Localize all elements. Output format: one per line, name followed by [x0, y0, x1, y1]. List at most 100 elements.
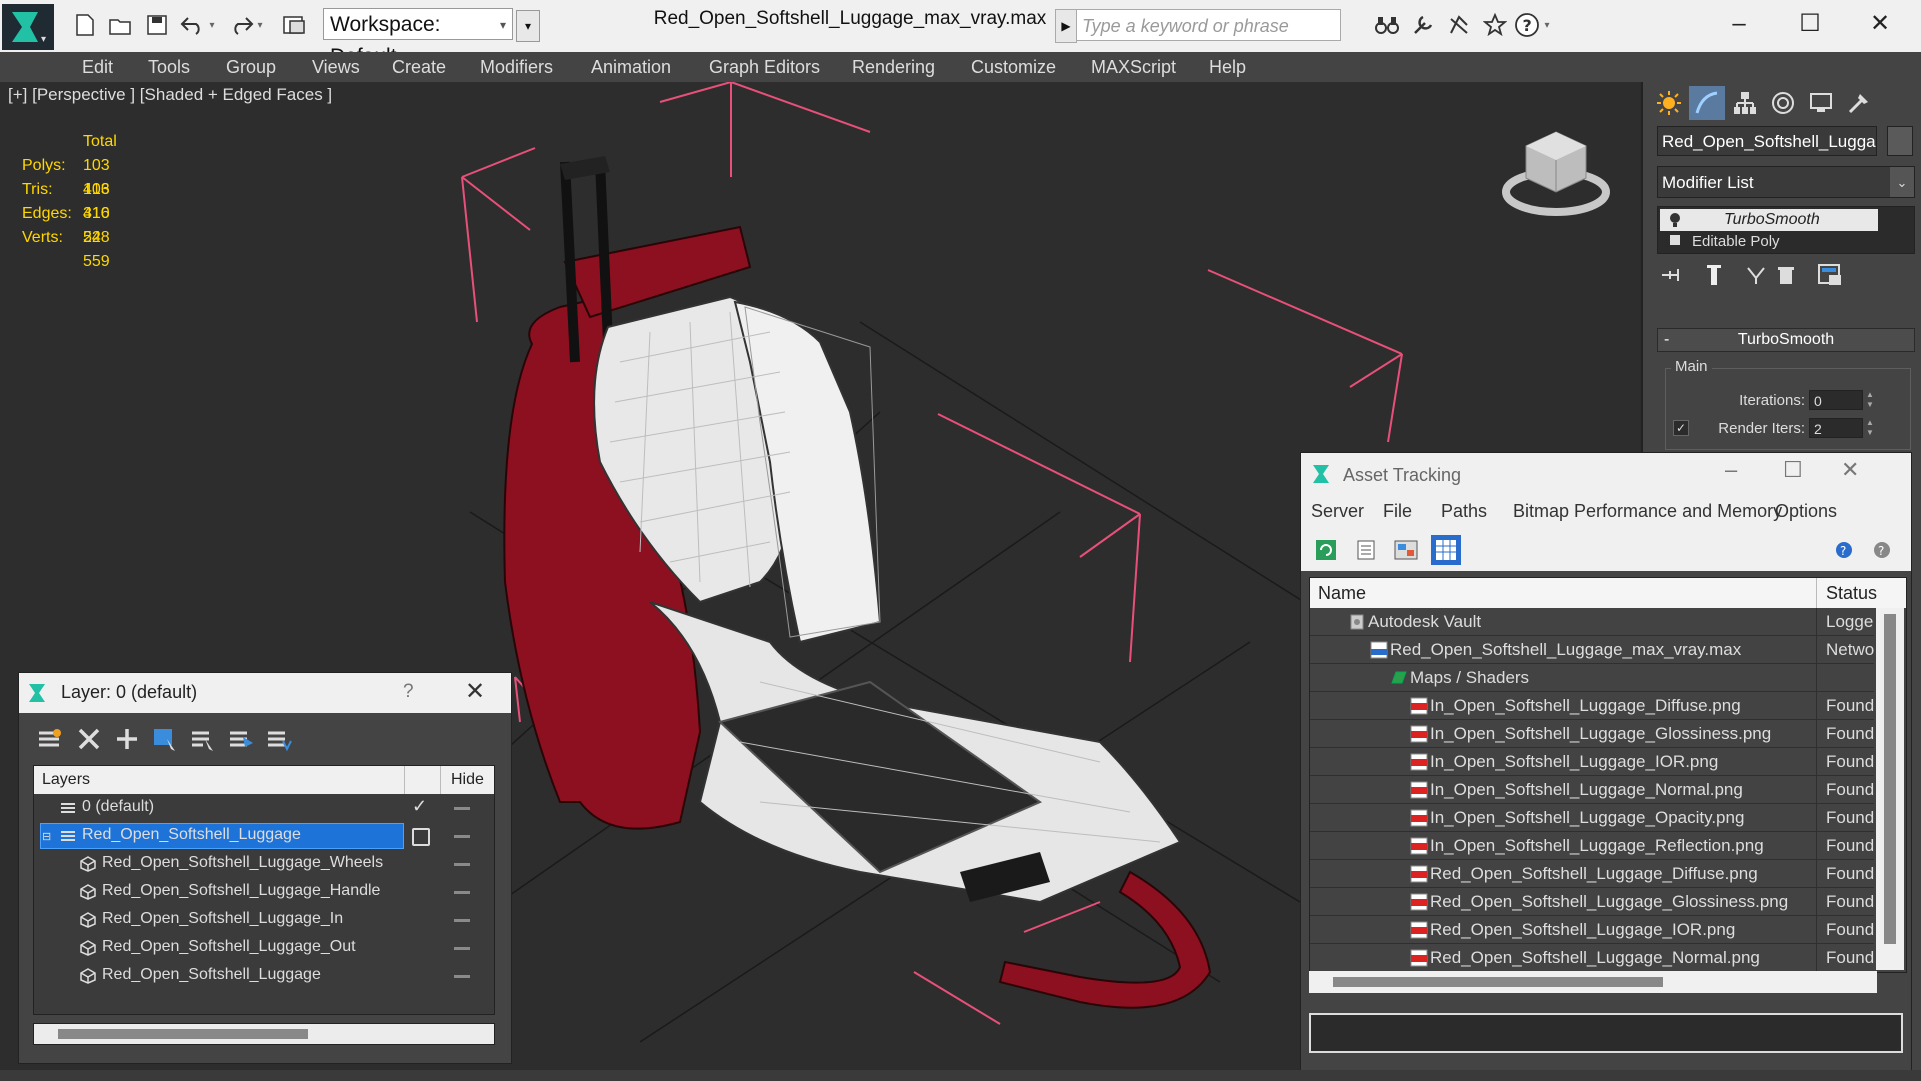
layer-row[interactable]: ⊟ Red_Open_Softshell_Luggage	[34, 822, 494, 850]
modifier-list-dropdown[interactable]: Modifier List ⌄	[1657, 166, 1915, 198]
scrollbar-thumb[interactable]	[1333, 977, 1663, 987]
menu-rendering[interactable]: Rendering	[852, 52, 935, 82]
maximize-button[interactable]: ☐	[1790, 6, 1830, 42]
current-layer-check-icon[interactable]: ✓	[412, 796, 427, 817]
vertical-scrollbar[interactable]	[1876, 608, 1904, 970]
scrollbar-thumb[interactable]	[58, 1029, 308, 1039]
asset-row[interactable]: Red_Open_Softshell_Luggage_Glossiness.pn…	[1310, 888, 1874, 916]
help-button[interactable]: ?	[403, 681, 414, 703]
menu-views[interactable]: Views	[312, 52, 360, 82]
menu-maxscript[interactable]: MAXScript	[1091, 52, 1176, 82]
undo-dropdown-icon[interactable]: ▾	[205, 10, 219, 40]
hide-toggle[interactable]	[454, 863, 470, 866]
col-hide[interactable]: Hide	[451, 771, 484, 789]
select-in-layer-icon[interactable]	[187, 723, 219, 755]
close-button[interactable]: ✕	[1860, 6, 1900, 42]
help-dropdown-icon[interactable]: ▾	[1540, 10, 1554, 40]
layer-row[interactable]: Red_Open_Softshell_Luggage	[34, 962, 494, 990]
workspace-menu-button[interactable]: ▾	[516, 10, 540, 42]
menu-customize[interactable]: Customize	[971, 52, 1056, 82]
layer-row[interactable]: Red_Open_Softshell_Luggage_Wheels	[34, 850, 494, 878]
menu-animation[interactable]: Animation	[591, 52, 671, 82]
turbosmooth-rollout-header[interactable]: - TurboSmooth	[1657, 328, 1915, 352]
help-icon[interactable]: ?	[1512, 10, 1542, 40]
pin-stack-icon[interactable]	[1657, 260, 1687, 290]
configure-modifier-sets-icon[interactable]	[1815, 260, 1845, 290]
communication-icon[interactable]	[1444, 10, 1474, 40]
table-view-icon[interactable]	[1431, 535, 1461, 565]
project-folder-icon[interactable]	[280, 10, 310, 40]
menu-graph-editors[interactable]: Graph Editors	[709, 52, 820, 82]
layer-row[interactable]: Red_Open_Softshell_Luggage_Handle	[34, 878, 494, 906]
save-icon[interactable]	[142, 10, 172, 40]
scrollbar-thumb[interactable]	[1884, 614, 1896, 944]
menu-help[interactable]: Help	[1209, 52, 1246, 82]
render-iters-checkbox[interactable]: ✓	[1673, 420, 1689, 436]
asset-row[interactable]: Red_Open_Softshell_Luggage_Normal.png Fou…	[1310, 944, 1874, 972]
hierarchy-tab-icon[interactable]	[1727, 86, 1763, 120]
viewcube-icon[interactable]	[1500, 122, 1620, 222]
search-input[interactable]: Type a keyword or phrase	[1076, 9, 1341, 41]
layer-row[interactable]: Red_Open_Softshell_Luggage_Out	[34, 934, 494, 962]
highlight-selected-icon[interactable]	[225, 723, 257, 755]
col-status[interactable]: Status	[1826, 583, 1877, 604]
help-icon[interactable]: ?	[1829, 535, 1859, 565]
menu-modifiers[interactable]: Modifiers	[480, 52, 553, 82]
asset-row[interactable]: In_Open_Softshell_Luggage_Opacity.png Fou…	[1310, 804, 1874, 832]
new-file-icon[interactable]	[70, 10, 100, 40]
lightbulb-icon[interactable]	[1668, 211, 1682, 229]
hide-toggle[interactable]	[454, 807, 470, 810]
path-field[interactable]	[1309, 1013, 1903, 1053]
asset-row[interactable]: In_Open_Softshell_Luggage_Diffuse.png Fou…	[1310, 692, 1874, 720]
menu-tools[interactable]: Tools	[148, 52, 190, 82]
show-end-result-icon[interactable]	[1699, 260, 1729, 290]
horizontal-scrollbar[interactable]	[1309, 971, 1877, 993]
menu-bitmap-performance[interactable]: Bitmap Performance and Memory	[1513, 501, 1782, 522]
layer-row[interactable]: Red_Open_Softshell_Luggage_In	[34, 906, 494, 934]
close-button[interactable]: ✕	[1841, 457, 1859, 483]
asset-row[interactable]: Red_Open_Softshell_Luggage_Diffuse.png Fo…	[1310, 860, 1874, 888]
menu-paths[interactable]: Paths	[1441, 501, 1487, 522]
remove-modifier-icon[interactable]	[1771, 260, 1801, 290]
layers-icon[interactable]	[33, 723, 65, 755]
iterations-spinner[interactable]: 0	[1809, 390, 1863, 410]
delete-layer-icon[interactable]	[73, 723, 105, 755]
search-expand-button[interactable]: ▶	[1055, 9, 1077, 43]
app-logo-icon[interactable]: ▾	[2, 4, 54, 50]
list-view-icon[interactable]	[1351, 535, 1381, 565]
thumbnail-view-icon[interactable]	[1391, 535, 1421, 565]
asset-row[interactable]: In_Open_Softshell_Luggage_IOR.png Found	[1310, 748, 1874, 776]
hide-toggle[interactable]	[454, 975, 470, 978]
menu-create[interactable]: Create	[392, 52, 446, 82]
close-button[interactable]: ✕	[465, 677, 485, 706]
collapse-icon[interactable]: ⊟	[42, 830, 51, 843]
asset-row[interactable]: Maps / Shaders	[1310, 664, 1874, 692]
tools-icon[interactable]	[1408, 10, 1438, 40]
settings-help-icon[interactable]: ?	[1867, 535, 1897, 565]
binoculars-icon[interactable]	[1372, 10, 1402, 40]
minimize-button[interactable]: –	[1725, 457, 1737, 483]
asset-row[interactable]: In_Open_Softshell_Luggage_Reflection.png…	[1310, 832, 1874, 860]
create-tab-sun-icon[interactable]	[1651, 86, 1687, 120]
expand-icon[interactable]	[1670, 235, 1680, 245]
asset-row[interactable]: In_Open_Softshell_Luggage_Normal.png Foun…	[1310, 776, 1874, 804]
minimize-button[interactable]: –	[1719, 6, 1759, 42]
refresh-icon[interactable]	[1311, 535, 1341, 565]
asset-row[interactable]: Red_Open_Softshell_Luggage_max_vray.max N…	[1310, 636, 1874, 664]
add-layer-icon[interactable]	[111, 723, 143, 755]
add-selection-to-layer-icon[interactable]	[149, 723, 181, 755]
redo-dropdown-icon[interactable]: ▾	[253, 10, 267, 40]
object-color-swatch[interactable]	[1887, 126, 1913, 156]
dialog-title-bar[interactable]: Asset Tracking – ☐ ✕	[1301, 453, 1911, 495]
make-unique-icon[interactable]	[1741, 260, 1771, 290]
stack-item-turbosmooth[interactable]: TurboSmooth	[1660, 209, 1878, 231]
hide-toggle[interactable]	[454, 835, 470, 838]
col-layers[interactable]: Layers	[42, 771, 90, 789]
hide-toggle[interactable]	[454, 947, 470, 950]
object-name-field[interactable]: Red_Open_Softshell_Luggage_I	[1657, 126, 1877, 156]
menu-edit[interactable]: Edit	[82, 52, 113, 82]
render-iters-spinner[interactable]: 2	[1809, 418, 1863, 438]
menu-options[interactable]: Options	[1775, 501, 1837, 522]
display-tab-icon[interactable]	[1803, 86, 1839, 120]
open-file-icon[interactable]	[106, 10, 136, 40]
